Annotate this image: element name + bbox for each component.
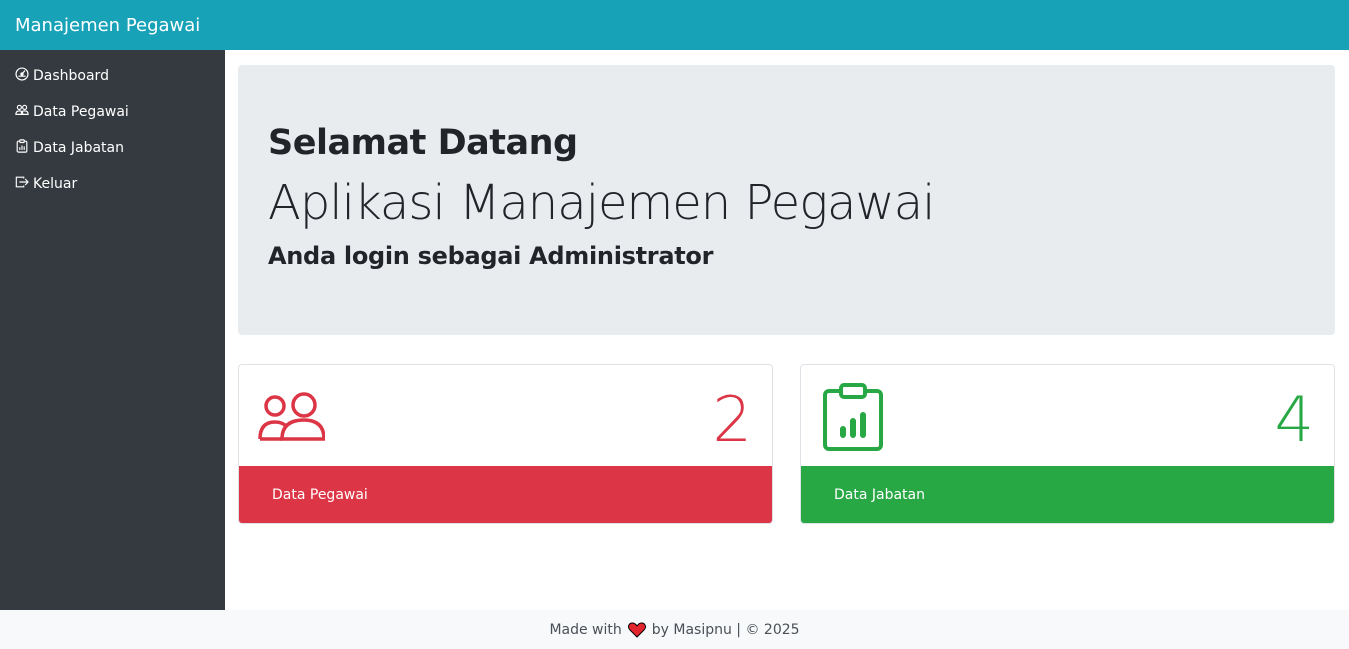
card-footer[interactable]: Data Pegawai [239,466,772,523]
heart-icon [627,621,646,638]
people-icon [15,103,33,121]
page-footer: Made with by Masipnu | © 2025 [0,610,1349,649]
sidebar: Dashboard Data Pegawai Data Jabatan Kelu… [0,50,225,610]
welcome-title: Selamat Datang [268,123,578,163]
sidebar-item-dashboard[interactable]: Dashboard [0,58,225,94]
card-data-pegawai[interactable]: 2 Data Pegawai [238,364,773,524]
welcome-jumbotron: Selamat Datang Aplikasi Manajemen Pegawa… [238,65,1335,335]
sidebar-item-label: Data Pegawai [33,104,129,120]
card-footer-label: Data Pegawai [272,487,368,503]
login-info: Anda login sebagai Administrator [268,242,714,270]
speedometer-icon [15,67,33,85]
sidebar-item-data-pegawai[interactable]: Data Pegawai [0,94,225,130]
box-arrow-right-icon [15,175,33,193]
card-body: 2 [239,365,772,466]
sidebar-item-keluar[interactable]: Keluar [0,166,225,202]
clipboard-data-icon [15,139,33,157]
card-data-jabatan[interactable]: 4 Data Jabatan [800,364,1335,524]
pegawai-count: 2 [712,383,752,456]
footer-made-with: Made with [549,621,622,638]
jabatan-count: 4 [1274,383,1314,456]
card-body: 4 [801,365,1334,466]
sidebar-item-label: Keluar [33,176,78,192]
footer-credit: by Masipnu | © 2025 [651,621,800,638]
card-footer-label: Data Jabatan [834,487,925,503]
people-icon [257,391,326,448]
top-navbar: Manajemen Pegawai [0,0,1349,50]
navbar-brand[interactable]: Manajemen Pegawai [15,15,200,36]
sidebar-item-data-jabatan[interactable]: Data Jabatan [0,130,225,166]
clipboard-data-icon [823,383,883,456]
sidebar-item-label: Data Jabatan [33,140,124,156]
sidebar-item-label: Dashboard [33,68,109,84]
main-content: Selamat Datang Aplikasi Manajemen Pegawa… [225,50,1349,610]
card-footer[interactable]: Data Jabatan [801,466,1334,523]
app-title: Aplikasi Manajemen Pegawai [268,175,935,231]
